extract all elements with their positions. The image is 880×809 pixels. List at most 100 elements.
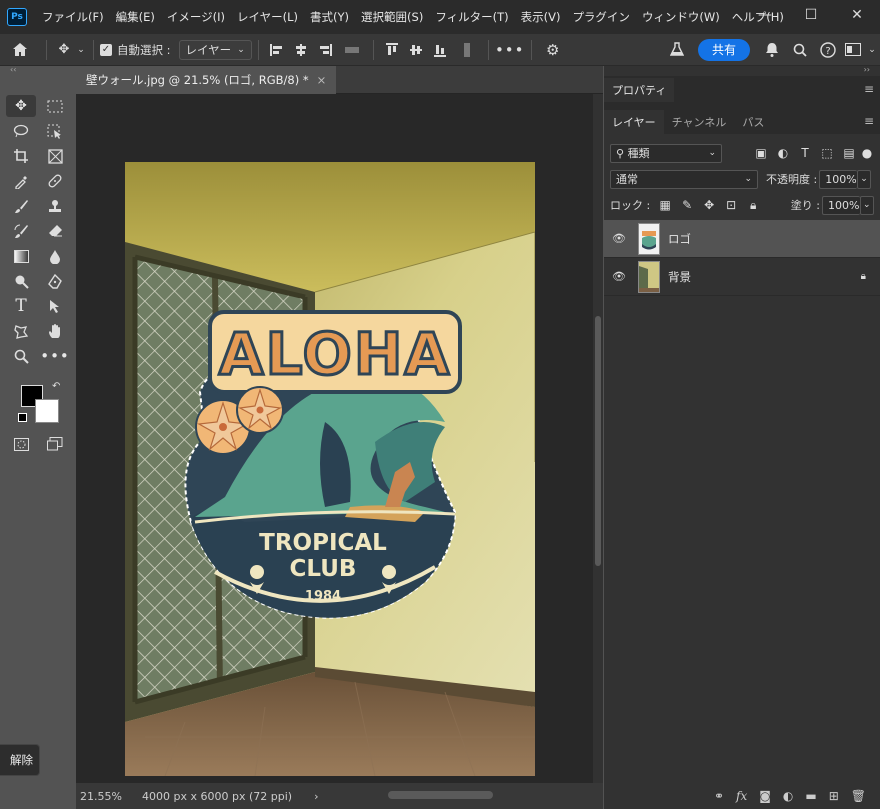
opacity-input[interactable]: 100% xyxy=(819,169,858,189)
menu-item[interactable]: 編集(E) xyxy=(110,9,161,25)
mask-icon[interactable]: ◙ xyxy=(759,789,771,803)
adjustment-filter-icon[interactable]: ◐ xyxy=(772,146,794,160)
path-selection-icon[interactable] xyxy=(40,295,70,317)
pen-tool-icon[interactable] xyxy=(40,270,70,292)
smart-object-filter-icon[interactable]: ▤ xyxy=(838,146,860,160)
background-color-swatch[interactable] xyxy=(35,399,59,423)
hand-tool-icon[interactable] xyxy=(40,320,70,342)
help-icon[interactable]: ? xyxy=(814,38,842,62)
healing-brush-icon[interactable] xyxy=(40,170,70,192)
share-button[interactable]: 共有 xyxy=(697,38,750,61)
layer-row-background[interactable]: 👁︎ 背景 🔒︎ xyxy=(604,258,880,296)
image-filter-icon[interactable]: ▣ xyxy=(750,146,772,160)
menu-item[interactable]: イメージ(I) xyxy=(161,9,231,25)
panel-menu-icon[interactable]: ≡ xyxy=(864,82,874,96)
workspace-icon[interactable] xyxy=(842,38,864,62)
lasso-tool-icon[interactable] xyxy=(6,120,36,142)
menu-item[interactable]: ウィンドウ(W) xyxy=(636,9,726,25)
maximize-button[interactable]: ☐ xyxy=(788,0,834,30)
horizontal-scroll-thumb[interactable] xyxy=(388,791,493,799)
bell-icon[interactable] xyxy=(758,38,786,62)
menu-item[interactable]: プラグイン xyxy=(566,9,636,25)
more-options-icon[interactable]: ••• xyxy=(495,38,525,62)
align-center-icon[interactable] xyxy=(289,38,313,62)
tab-close-icon[interactable]: × xyxy=(317,73,327,87)
tab-layers[interactable]: レイヤー xyxy=(604,110,664,134)
document-canvas[interactable]: ALOHA TROPICAL CLUB 1984 xyxy=(76,94,593,783)
distribute-icon[interactable] xyxy=(337,38,367,62)
auto-select-checkbox[interactable]: ✓ xyxy=(100,43,112,56)
folder-icon[interactable]: ▬ xyxy=(805,789,816,803)
swap-colors-icon[interactable]: ↶ xyxy=(52,381,60,392)
shape-tool-icon[interactable] xyxy=(6,320,36,342)
history-brush-icon[interactable] xyxy=(6,220,36,242)
align-right-icon[interactable] xyxy=(313,38,337,62)
collapse-icon[interactable]: ‹‹ xyxy=(0,66,76,76)
object-selection-icon[interactable] xyxy=(40,120,70,142)
collapse-panels-icon[interactable]: ›› xyxy=(604,66,880,76)
lock-transparent-icon[interactable]: ▦ xyxy=(654,198,676,212)
vertical-scroll-thumb[interactable] xyxy=(595,316,601,566)
eraser-tool-icon[interactable] xyxy=(40,220,70,242)
layer-row-logo[interactable]: 👁︎ ロゴ xyxy=(604,220,880,258)
shape-filter-icon[interactable]: ⬚ xyxy=(816,146,838,160)
minimize-button[interactable]: — xyxy=(742,0,788,30)
menu-item[interactable]: 書式(Y) xyxy=(304,9,355,25)
lock-pixels-icon[interactable]: ✎ xyxy=(676,198,698,212)
trash-icon[interactable]: 🗑︎ xyxy=(851,789,866,803)
tab-properties[interactable]: プロパティ xyxy=(604,78,675,102)
fill-chevron-icon[interactable]: ⌄ xyxy=(860,195,874,215)
filter-toggle-icon[interactable]: ● xyxy=(860,146,874,160)
layer-lock-icon[interactable]: 🔒︎ xyxy=(861,271,866,282)
menu-item[interactable]: ファイル(F) xyxy=(36,9,110,25)
vertical-scrollbar[interactable] xyxy=(593,94,603,783)
chevron-down-icon[interactable]: ⌄ xyxy=(75,38,87,62)
lock-all-icon[interactable]: 🔒︎ xyxy=(742,198,764,213)
screen-mode-icon[interactable] xyxy=(40,433,70,455)
layer-kind-filter[interactable]: ⚲ 種類 ⌄ xyxy=(610,143,722,163)
zoom-level[interactable]: 21.55% xyxy=(80,790,138,803)
close-button[interactable]: ✕ xyxy=(834,0,880,30)
stamp-tool-icon[interactable] xyxy=(40,195,70,217)
zoom-tool-icon[interactable] xyxy=(6,345,36,367)
tab-channels[interactable]: チャンネル xyxy=(664,110,735,134)
fx-icon[interactable]: fx xyxy=(736,789,747,803)
dodge-tool-icon[interactable] xyxy=(6,270,36,292)
move-tool-icon[interactable]: ✥ xyxy=(6,95,36,117)
new-layer-icon[interactable]: ⊞ xyxy=(829,789,839,803)
tab-paths[interactable]: パス xyxy=(734,110,772,134)
menu-item[interactable]: レイヤー(L) xyxy=(231,9,304,25)
fill-input[interactable]: 100% xyxy=(822,195,860,215)
blur-tool-icon[interactable] xyxy=(40,245,70,267)
type-tool-icon[interactable]: T xyxy=(6,295,36,317)
flask-icon[interactable] xyxy=(664,38,690,62)
default-colors-icon[interactable] xyxy=(18,413,27,422)
opacity-chevron-icon[interactable]: ⌄ xyxy=(857,169,872,189)
panel-menu-icon[interactable]: ≡ xyxy=(864,114,874,128)
move-tool-icon[interactable]: ✥ xyxy=(53,38,75,62)
frame-tool-icon[interactable] xyxy=(40,145,70,167)
crop-tool-icon[interactable] xyxy=(6,145,36,167)
menu-item[interactable]: 選択範囲(S) xyxy=(355,9,429,25)
visibility-eye-icon[interactable]: 👁︎ xyxy=(612,232,626,245)
marquee-tool-icon[interactable] xyxy=(40,95,70,117)
document-image[interactable]: ALOHA TROPICAL CLUB 1984 xyxy=(125,162,535,776)
settings-gear-icon[interactable]: ⚙ xyxy=(538,38,568,62)
type-filter-icon[interactable]: T xyxy=(794,146,816,160)
quick-mask-icon[interactable] xyxy=(6,433,36,455)
brush-tool-icon[interactable] xyxy=(6,195,36,217)
adjustment-icon[interactable]: ◐ xyxy=(783,789,793,803)
link-icon[interactable]: ⚭ xyxy=(714,789,724,803)
more-tools-icon[interactable]: ••• xyxy=(40,345,70,367)
visibility-eye-icon[interactable]: 👁︎ xyxy=(612,270,626,283)
document-tab[interactable]: 壁ウォール.jpg @ 21.5% (ロゴ, RGB/8) * × xyxy=(76,66,337,94)
align-top-icon[interactable] xyxy=(380,38,404,62)
status-arrow-icon[interactable]: › xyxy=(314,790,318,803)
align-bottom-icon[interactable] xyxy=(428,38,452,62)
lock-artboard-icon[interactable]: ⊡ xyxy=(720,198,742,212)
distribute-vertical-icon[interactable] xyxy=(452,38,482,62)
lock-position-icon[interactable]: ✥ xyxy=(698,198,720,212)
chevron-down-icon[interactable]: ⌄ xyxy=(864,38,880,62)
search-icon[interactable] xyxy=(786,38,814,62)
gradient-tool-icon[interactable] xyxy=(6,245,36,267)
